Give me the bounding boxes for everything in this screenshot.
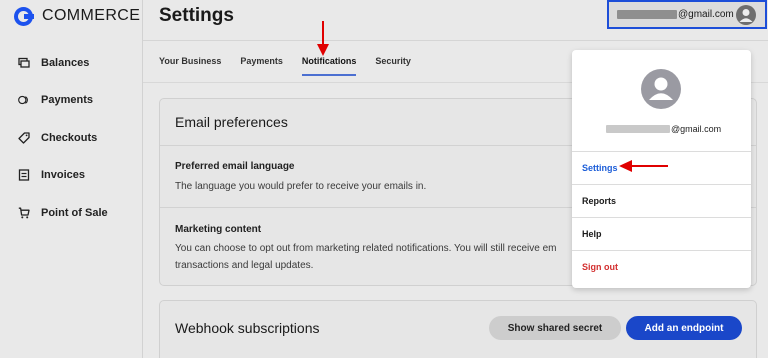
account-email-domain: @gmail.com	[678, 9, 734, 20]
sidebar-item-balances[interactable]: Balances	[0, 44, 143, 82]
sidebar: COMMERCE Balances Payments Checkouts Inv…	[0, 0, 143, 358]
tab-security[interactable]: Security	[375, 56, 411, 76]
marketing-label: Marketing content	[175, 224, 262, 235]
sidebar-item-checkouts[interactable]: Checkouts	[0, 119, 143, 157]
avatar-icon	[736, 5, 756, 25]
coinbase-logo-icon	[14, 6, 34, 26]
annotation-arrow-down	[317, 21, 329, 56]
sidebar-item-point-of-sale[interactable]: Point of Sale	[0, 194, 143, 232]
header-divider	[143, 40, 768, 41]
menu-item-help[interactable]: Help	[572, 217, 751, 250]
language-description: The language you would prefer to receive…	[175, 181, 427, 192]
sidebar-item-label: Payments	[41, 94, 93, 107]
avatar-icon	[641, 69, 681, 109]
language-label: Preferred email language	[175, 161, 295, 172]
dropdown-email: @gmail.com	[606, 124, 721, 134]
dropdown-email-domain: @gmail.com	[671, 124, 722, 134]
tab-your-business[interactable]: Your Business	[159, 56, 221, 76]
brand[interactable]: COMMERCE	[14, 6, 140, 26]
sidebar-item-label: Invoices	[41, 169, 86, 182]
tab-notifications[interactable]: Notifications	[301, 56, 357, 76]
sidebar-item-payments[interactable]: Payments	[0, 82, 143, 120]
sidebar-item-label: Balances	[41, 56, 90, 69]
menu-item-sign-out[interactable]: Sign out	[572, 250, 751, 283]
webhook-subscriptions-card: Webhook subscriptions Show shared secret…	[159, 300, 757, 358]
email-redacted	[606, 125, 670, 133]
sidebar-item-label: Checkouts	[41, 131, 98, 144]
marketing-description-line1: You can choose to opt out from marketing…	[175, 243, 557, 254]
webhook-subscriptions-title: Webhook subscriptions	[175, 320, 320, 336]
tag-icon	[18, 132, 30, 144]
invoice-icon	[18, 169, 30, 181]
sidebar-item-label: Point of Sale	[41, 206, 108, 219]
account-menu-button[interactable]: @gmail.com	[607, 0, 767, 29]
sidebar-nav: Balances Payments Checkouts Invoices Poi…	[0, 44, 143, 232]
email-redacted	[617, 10, 677, 19]
account-dropdown-menu: @gmail.com Settings Reports Help Sign ou…	[572, 50, 751, 288]
marketing-description-line2: transactions and legal updates.	[175, 260, 314, 271]
tab-payments[interactable]: Payments	[240, 56, 283, 76]
email-preferences-title: Email preferences	[175, 114, 288, 130]
show-shared-secret-button[interactable]: Show shared secret	[489, 316, 621, 340]
payments-icon	[18, 94, 30, 106]
sidebar-item-invoices[interactable]: Invoices	[0, 157, 143, 195]
menu-item-settings[interactable]: Settings	[572, 151, 751, 184]
cart-icon	[18, 207, 30, 219]
balances-icon	[18, 57, 30, 69]
brand-name: COMMERCE	[42, 7, 141, 24]
settings-tabs: Your Business Payments Notifications Sec…	[159, 56, 430, 76]
menu-item-reports[interactable]: Reports	[572, 184, 751, 217]
add-endpoint-button[interactable]: Add an endpoint	[626, 316, 742, 340]
page-title: Settings	[159, 5, 234, 26]
